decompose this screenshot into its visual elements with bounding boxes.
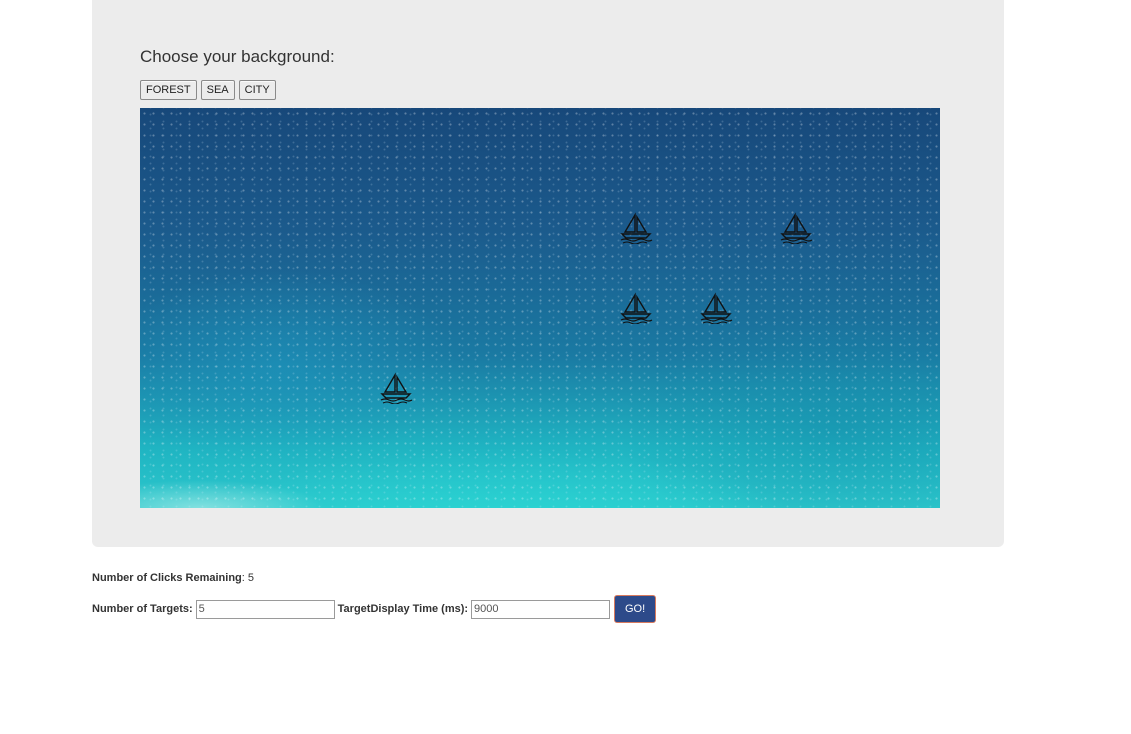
display-time-input[interactable] [471,599,611,619]
number-of-targets-input[interactable] [195,599,335,619]
clicks-remaining-status: Number of Clicks Remaining: 5 [92,572,254,584]
game-settings-form: Number of Targets: TargetDisplay Time (m… [92,595,657,623]
sailboat-icon [620,292,653,324]
page-heading: Choose your background: [140,47,335,66]
background-selector: FOREST SEA CITY [140,80,276,100]
sailboat-icon [620,212,653,244]
sailboat-icon [380,372,413,404]
sailboat-icon [780,212,813,244]
sailboat-target-2[interactable] [778,212,814,244]
clicks-remaining-label: Number of Clicks Remaining [92,572,242,584]
sailboat-target-3[interactable] [618,292,654,324]
sea-button[interactable]: SEA [200,80,235,100]
sailboat-target-1[interactable] [618,212,654,244]
clicks-remaining-value: : 5 [241,572,254,584]
water-texture [140,108,940,508]
forest-button[interactable]: FOREST [140,80,197,100]
sailboat-target-5[interactable] [378,372,414,404]
game-panel: Choose your background: FOREST SEA CITY [92,0,1004,547]
go-button[interactable]: GO! [614,595,657,623]
sailboat-icon [700,292,733,324]
display-time-label: TargetDisplay Time (ms): [337,603,469,615]
city-button[interactable]: CITY [238,80,276,100]
sea-game-area[interactable] [140,108,940,508]
targets-label: Number of Targets: [92,603,193,615]
sailboat-target-4[interactable] [698,292,734,324]
